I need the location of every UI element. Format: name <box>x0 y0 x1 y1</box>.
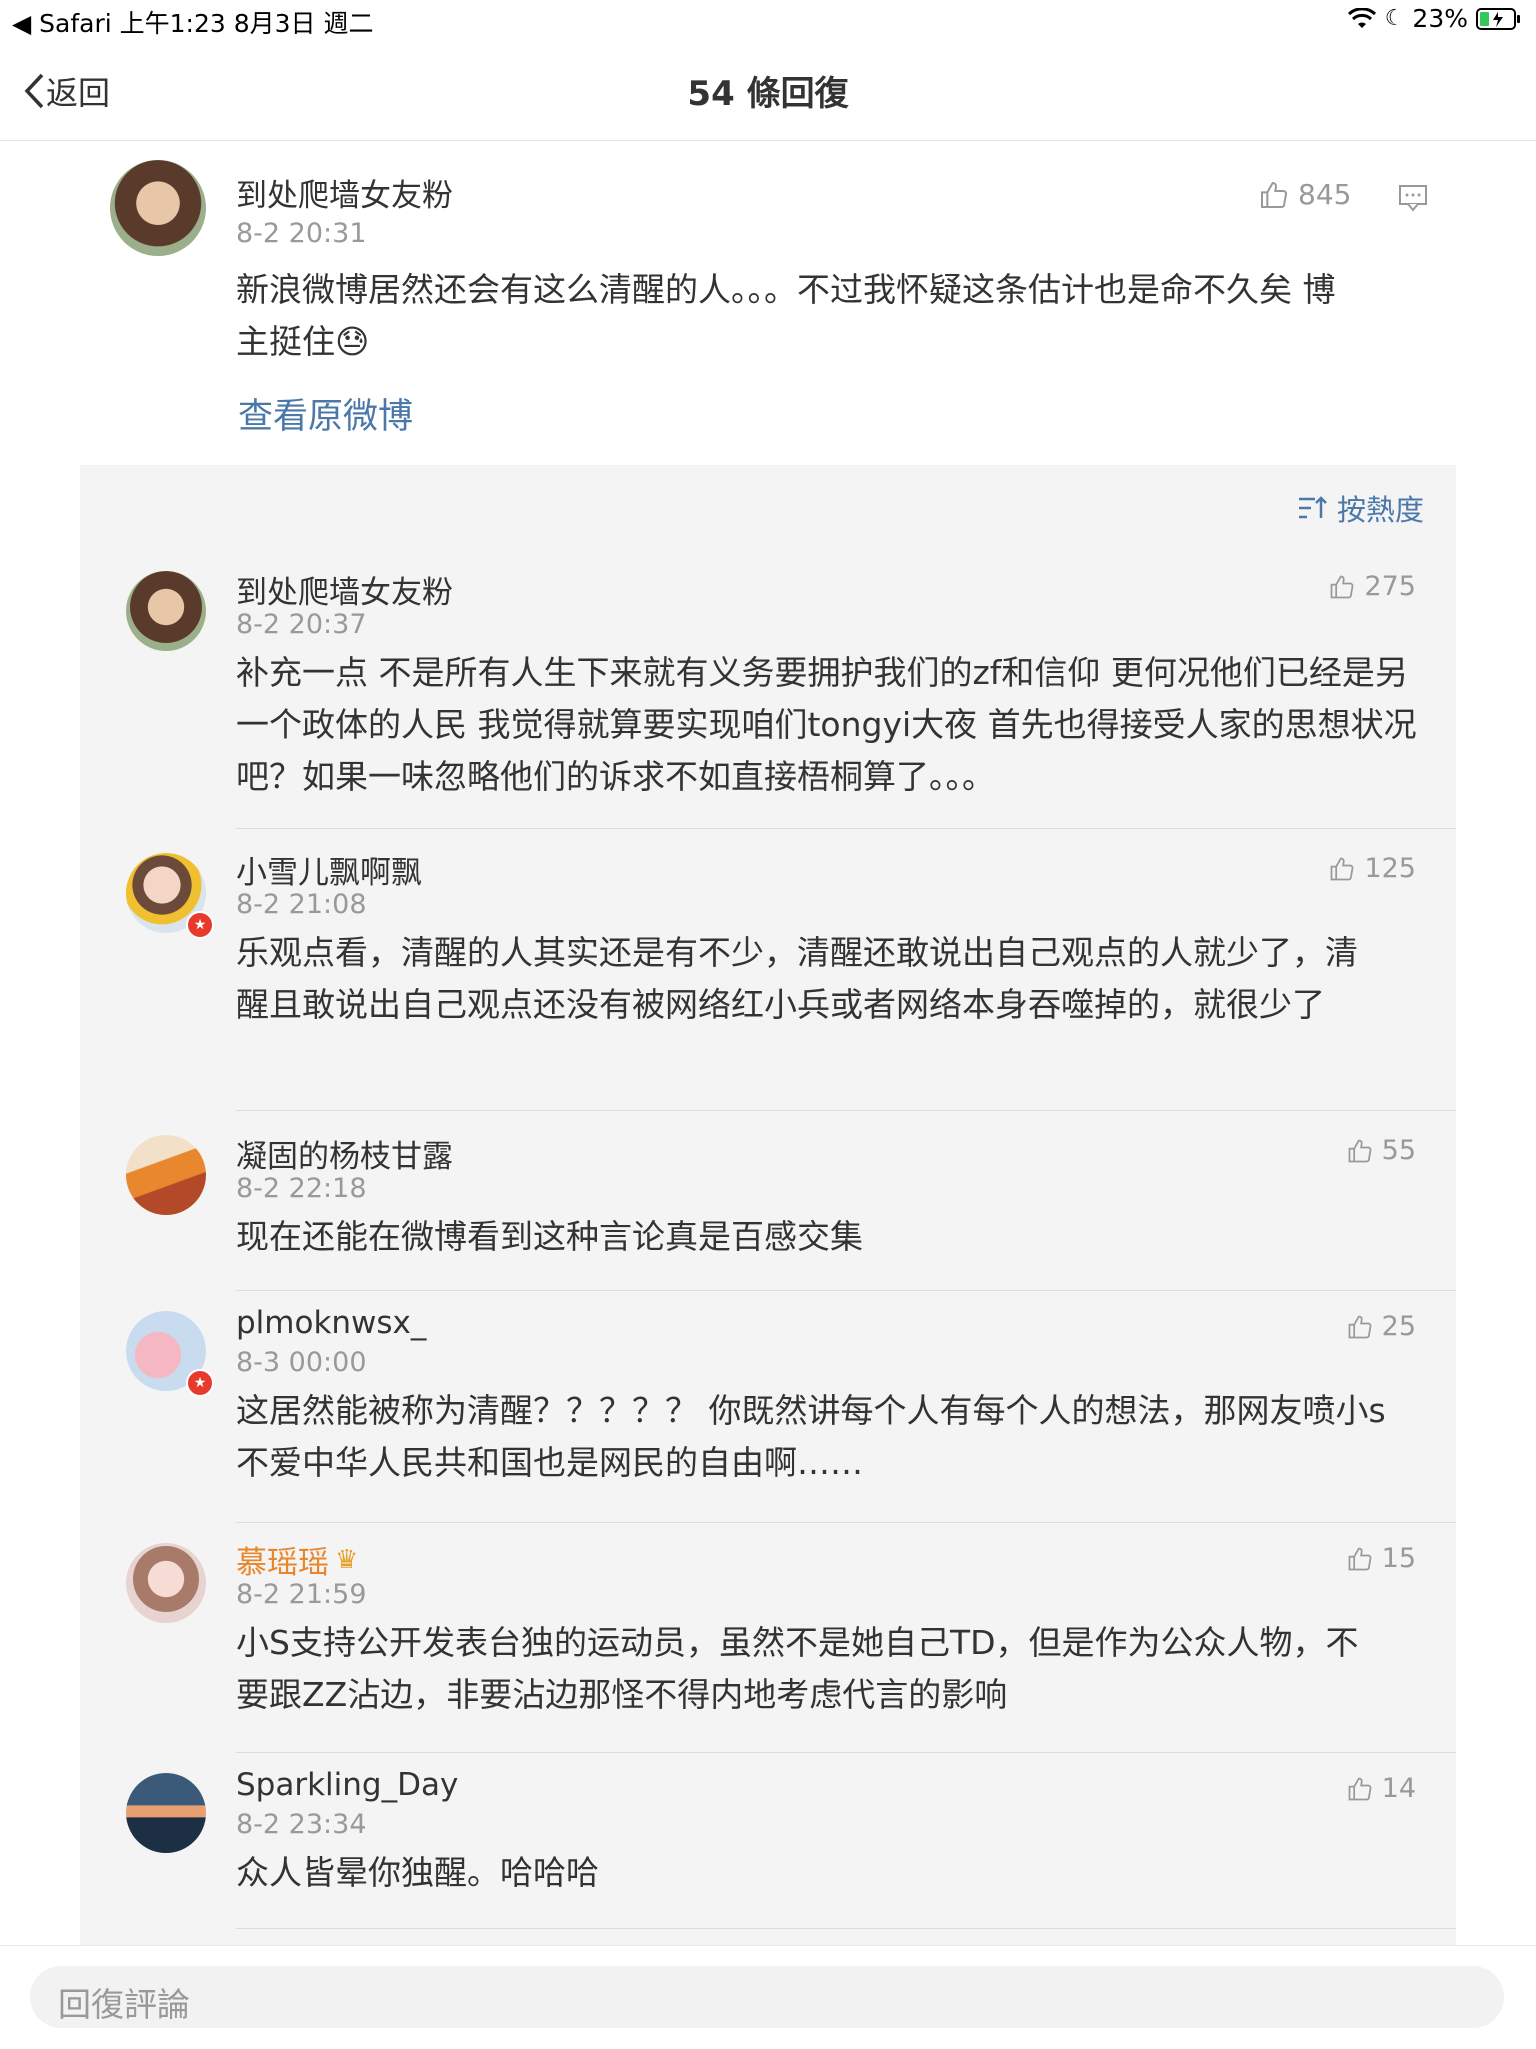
crown-icon: ♛ <box>335 1544 359 1575</box>
battery-icon <box>1476 7 1520 30</box>
avatar[interactable] <box>110 160 206 256</box>
like-count: 125 <box>1364 853 1416 884</box>
sort-icon <box>1298 496 1327 519</box>
like-count: 14 <box>1381 1773 1416 1804</box>
divider <box>236 828 1456 829</box>
avatar[interactable] <box>126 1135 206 1215</box>
like-button[interactable]: 25 <box>1346 1311 1416 1342</box>
reply-icon[interactable] <box>1398 184 1428 216</box>
like-button[interactable]: 55 <box>1346 1135 1416 1166</box>
thumbs-up-icon <box>1348 1315 1372 1338</box>
divider <box>236 1522 1456 1523</box>
reply-item: Sparkling_Day 8-2 23:34 14 众人皆晕你独醒。哈哈哈 <box>80 1767 1456 1943</box>
comment-time: 8-2 20:31 <box>236 218 367 249</box>
thumbs-up-icon <box>1331 575 1354 598</box>
author-name[interactable]: 到处爬墙女友粉 <box>236 170 453 215</box>
reply-text: 乐观点看，清醒的人其实还是有不少，清醒还敢说出自己观点的人就少了，清醒且敢说出自… <box>236 933 1358 1024</box>
reply-item: ★ plmoknwsx_ 8-3 00:00 25 这居然能被称为清醒？？？？？… <box>80 1305 1456 1537</box>
author-name-row: 慕瑶瑶 ♛ <box>236 1537 358 1582</box>
nav-bar: 返回 54 條回復 <box>0 40 1536 141</box>
like-button[interactable]: 845 <box>1258 178 1351 211</box>
sort-button[interactable]: 按熱度 <box>1297 487 1424 529</box>
sort-label: 按熱度 <box>1336 493 1424 527</box>
status-left: ◀ Safari 上午1:23 8月3日 週二 <box>12 9 374 38</box>
like-button[interactable]: 275 <box>1328 571 1416 602</box>
thumbs-up-icon <box>1331 857 1354 880</box>
reply-text: 现在还能在微博看到这种言论真是百感交集 <box>236 1217 863 1256</box>
like-count: 55 <box>1381 1135 1416 1166</box>
author-name[interactable]: 到处爬墙女友粉 <box>236 567 453 612</box>
reply-text: 众人皆晕你独醒。哈哈哈 <box>236 1853 599 1892</box>
reply-input-placeholder: 回復評論 <box>58 1985 190 2024</box>
reply-time: 8-2 22:18 <box>236 1173 367 1204</box>
reply-input[interactable]: 回復評論 <box>30 1966 1504 2028</box>
like-count: 845 <box>1298 178 1352 211</box>
thumbs-up-icon <box>1348 1139 1372 1162</box>
divider <box>236 1752 1456 1753</box>
like-count: 15 <box>1381 1543 1416 1574</box>
like-button[interactable]: 125 <box>1328 853 1416 884</box>
status-right: ☾ 23% <box>1347 4 1522 33</box>
verified-badge: ★ <box>186 1369 214 1397</box>
reply-time: 8-2 21:59 <box>236 1579 367 1610</box>
author-name[interactable]: 小雪儿飘啊飘 <box>236 847 422 892</box>
divider <box>236 1110 1456 1111</box>
verified-badge: ★ <box>186 911 214 939</box>
reply-text: 补充一点 不是所有人生下来就有义务要拥护我们的zf和信仰 更何况他们已经是另一个… <box>236 653 1417 796</box>
like-count: 25 <box>1381 1311 1416 1342</box>
avatar[interactable] <box>126 1543 206 1623</box>
reply-time: 8-2 20:37 <box>236 609 367 640</box>
like-count: 275 <box>1364 571 1416 602</box>
author-name[interactable]: Sparkling_Day <box>236 1767 458 1803</box>
replies-panel: 按熱度 到处爬墙女友粉 8-2 20:37 275 补充一点 不是所有人生下来就… <box>80 465 1456 1945</box>
reply-item: 凝固的杨枝甘露 8-2 22:18 55 现在还能在微博看到这种言论真是百感交集 <box>80 1129 1456 1305</box>
reply-item: 到处爬墙女友粉 8-2 20:37 275 补充一点 不是所有人生下来就有义务要… <box>80 565 1456 845</box>
reply-input-bar: 回復評論 <box>0 1945 1536 2049</box>
author-name[interactable]: 凝固的杨枝甘露 <box>236 1131 453 1176</box>
like-button[interactable]: 15 <box>1346 1543 1416 1574</box>
author-name[interactable]: plmoknwsx_ <box>236 1305 426 1341</box>
reply-item: 慕瑶瑶 ♛ 8-2 21:59 15 小S支持公开发表台独的运动员，虽然不是她自… <box>80 1537 1456 1767</box>
like-button[interactable]: 14 <box>1346 1773 1416 1804</box>
divider <box>236 1928 1456 1929</box>
avatar[interactable] <box>126 571 206 651</box>
reply-time: 8-3 00:00 <box>236 1347 367 1378</box>
reply-time: 8-2 23:34 <box>236 1809 367 1840</box>
wifi-icon <box>1347 7 1376 28</box>
avatar[interactable] <box>126 1773 206 1853</box>
status-bar: ◀ Safari 上午1:23 8月3日 週二 ☾ 23% <box>0 0 1536 40</box>
thumbs-up-icon <box>1348 1777 1372 1800</box>
divider <box>236 1290 1456 1291</box>
reply-text: 小S支持公开发表台独的运动员，虽然不是她自己TD，但是作为公众人物，不要跟ZZ沾… <box>236 1623 1359 1714</box>
comment-text: 新浪微博居然还会有这么清醒的人。。。不过我怀疑这条估计也是命不久矣 博主挺住😓 <box>236 270 1336 361</box>
thumbs-up-icon <box>1348 1547 1372 1570</box>
battery-percent: 23% <box>1412 4 1468 33</box>
page-title: 54 條回復 <box>687 74 849 114</box>
view-original-link[interactable]: 查看原微博 <box>238 388 413 439</box>
author-name[interactable]: 慕瑶瑶 <box>236 1537 329 1582</box>
moon-icon: ☾ <box>1384 6 1405 31</box>
reply-item: ★ 小雪儿飘啊飘 8-2 21:08 125 乐观点看，清醒的人其实还是有不少，… <box>80 847 1456 1127</box>
reply-time: 8-2 21:08 <box>236 889 367 920</box>
thumbs-up-icon <box>1261 181 1287 208</box>
reply-text: 这居然能被称为清醒？？？？？ 你既然讲每个人有每个人的想法，那网友喷小s不爱中华… <box>236 1391 1386 1482</box>
